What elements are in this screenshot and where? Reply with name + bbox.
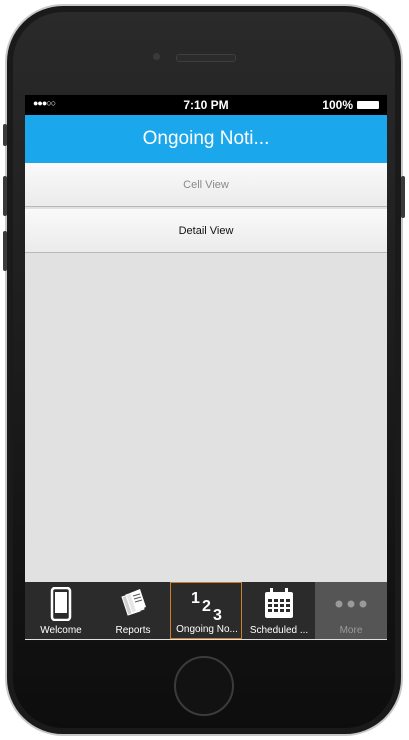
- tab-more[interactable]: More: [315, 582, 387, 639]
- more-dots-icon: [315, 586, 387, 622]
- tab-label-more: More: [339, 625, 363, 636]
- numbers-123-icon: 1 2 3: [171, 587, 243, 623]
- home-button[interactable]: [174, 656, 234, 716]
- battery-icon: [357, 101, 379, 109]
- tab-bar: Welcome Reports 1 2 3 Ongoing No... Sche…: [25, 582, 387, 639]
- navigation-bar: Ongoing Noti...: [25, 115, 387, 163]
- speaker-grille: [176, 54, 236, 62]
- tab-label-welcome: Welcome: [40, 625, 82, 636]
- battery-percent: 100%: [322, 98, 353, 112]
- phone-icon: [25, 586, 97, 622]
- svg-text:3: 3: [213, 607, 222, 623]
- mute-switch: [3, 124, 7, 146]
- tab-reports[interactable]: Reports: [97, 582, 169, 639]
- tab-label-ongoing: Ongoing No...: [176, 624, 238, 635]
- tab-label-scheduled: Scheduled ...: [249, 625, 309, 636]
- list-item-cell-view[interactable]: Cell View: [25, 163, 387, 207]
- calendar-icon: [243, 586, 315, 622]
- svg-text:2: 2: [202, 598, 211, 615]
- reports-icon: [97, 586, 169, 622]
- volume-up-button: [3, 176, 7, 216]
- status-bar: ●●●○○ 7:10 PM 100%: [25, 95, 387, 115]
- camera-icon: [153, 53, 160, 60]
- list-item-detail-view[interactable]: Detail View: [25, 209, 387, 253]
- tab-label-reports: Reports: [115, 625, 151, 636]
- page-title: Ongoing Noti...: [142, 128, 270, 149]
- tab-welcome[interactable]: Welcome: [25, 582, 97, 639]
- power-button: [401, 176, 405, 218]
- svg-text:1: 1: [191, 590, 200, 607]
- tab-scheduled[interactable]: Scheduled ...: [243, 582, 315, 639]
- volume-down-button: [3, 231, 7, 271]
- phone-screen: ●●●○○ 7:10 PM 100% Ongoing Noti... Cell …: [25, 95, 387, 640]
- tab-ongoing-notifications[interactable]: 1 2 3 Ongoing No...: [170, 582, 242, 639]
